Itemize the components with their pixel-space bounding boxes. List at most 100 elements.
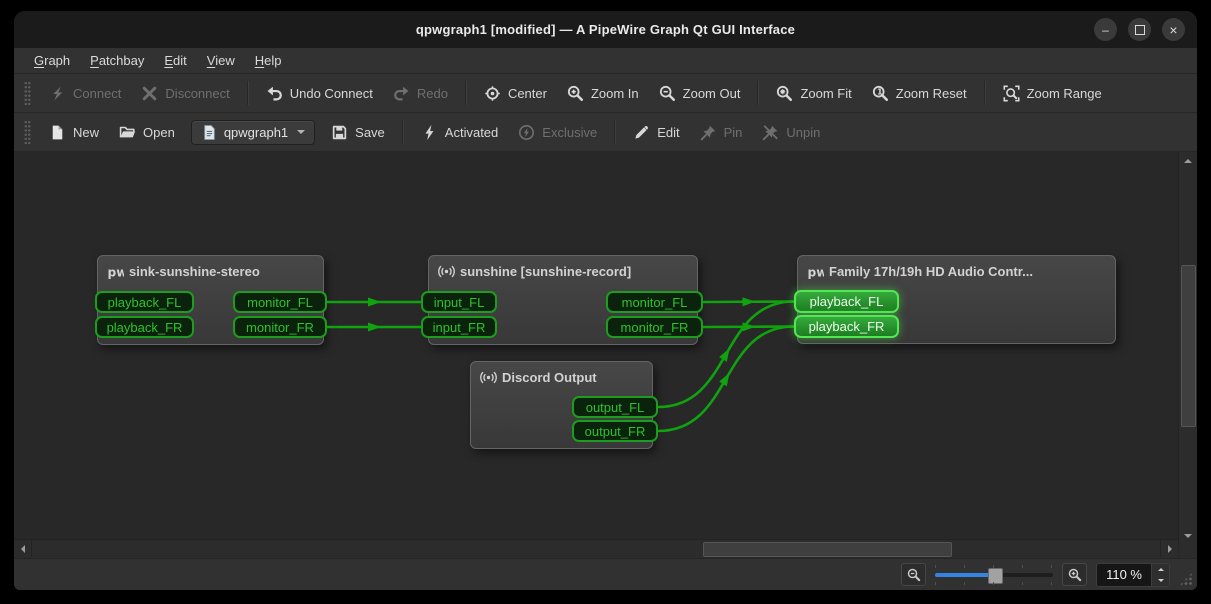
toolbar-graph: ConnectDisconnectUndo ConnectRedoCenterZ…	[14, 74, 1197, 113]
zoom-out-button[interactable]	[901, 563, 926, 586]
port-sunshine-monitor-fr[interactable]: monitor_FR	[606, 316, 703, 338]
vertical-scrollbar-thumb[interactable]	[1181, 265, 1196, 427]
port-sink-playback-fl[interactable]: playback_FL	[95, 291, 194, 313]
graph-canvas[interactable]: pw sink-sunshine-stereo sunshine [sunshine…	[14, 152, 1197, 558]
zoom-range-icon	[1003, 85, 1020, 102]
port-family-playback-fl[interactable]: playback_FL	[794, 290, 899, 313]
spin-up-icon	[1158, 565, 1164, 571]
port-label: monitor_FL	[622, 295, 688, 310]
connection-arrow-icon	[368, 298, 381, 307]
menu-patchbay[interactable]: Patchbay	[82, 51, 152, 70]
toolbar-button-label: New	[73, 125, 99, 140]
titlebar[interactable]: qpwgraph1 [modified] — A PipeWire Graph …	[14, 11, 1197, 48]
horizontal-scrollbar[interactable]	[14, 539, 1178, 558]
horizontal-scrollbar-thumb[interactable]	[703, 542, 952, 557]
menu-edit[interactable]: Edit	[156, 51, 194, 70]
minimize-button[interactable]: –	[1094, 18, 1117, 41]
pipewire-icon: pw	[107, 263, 124, 280]
toolbar-button-zoom-fit[interactable]: Zoom Fit	[766, 79, 861, 108]
window-controls: – ×	[1094, 18, 1185, 41]
zoom-slider[interactable]	[935, 564, 1053, 586]
toolbar-button-center[interactable]: Center	[474, 79, 557, 108]
scroll-up-button[interactable]	[1179, 152, 1196, 169]
toolbar-drag-handle[interactable]	[24, 81, 31, 105]
toolbar-button-label: Zoom In	[591, 86, 639, 101]
port-sunshine-input-fr[interactable]: input_FR	[421, 316, 497, 338]
toolbar-button-label: Center	[508, 86, 547, 101]
toolbar-button-label: Pin	[724, 125, 743, 140]
menu-graph[interactable]: Graph	[26, 51, 78, 70]
toolbar-button-label: Save	[355, 125, 385, 140]
port-discord-output-fl[interactable]: output_FL	[572, 396, 658, 418]
toolbar-drag-handle[interactable]	[24, 120, 31, 144]
toolbar-button-label: Connect	[73, 86, 121, 101]
toolbar-button-label: Zoom Range	[1027, 86, 1102, 101]
toolbar-separator	[247, 81, 249, 105]
redo-icon	[393, 85, 410, 102]
port-family-playback-fr[interactable]: playback_FR	[794, 315, 899, 338]
scroll-left-button[interactable]	[14, 540, 32, 557]
zoom-in-button[interactable]	[1062, 563, 1087, 586]
arrow-right-icon	[1168, 545, 1176, 553]
toolbar-button-label: Activated	[445, 125, 498, 140]
node-title: Discord Output	[471, 362, 652, 386]
patchbay-profile-combobox[interactable]: qpwgraph1	[191, 120, 315, 145]
close-button[interactable]: ×	[1162, 18, 1185, 41]
toolbar-button-zoom-range[interactable]: Zoom Range	[993, 79, 1112, 108]
toolbar-button-activated[interactable]: Activated	[411, 118, 508, 147]
port-sunshine-monitor-fl[interactable]: monitor_FL	[606, 291, 703, 313]
menu-view[interactable]: View	[199, 51, 243, 70]
toolbar-button-edit[interactable]: Edit	[623, 118, 689, 147]
menu-help[interactable]: Help	[247, 51, 290, 70]
svg-text:pw: pw	[808, 265, 824, 279]
chevron-down-icon	[297, 130, 305, 138]
toolbar-button-zoom-out[interactable]: Zoom Out	[649, 79, 751, 108]
window-title: qpwgraph1 [modified] — A PipeWire Graph …	[416, 22, 795, 37]
toolbar-button-open[interactable]: Open	[109, 118, 185, 147]
save-icon	[331, 124, 348, 141]
port-label: monitor_FR	[621, 320, 689, 335]
toolbar-button-label: Open	[143, 125, 175, 140]
statusbar: 110 %	[14, 558, 1197, 590]
maximize-button[interactable]	[1128, 18, 1151, 41]
node-title: pwFamily 17h/19h HD Audio Contr...	[798, 256, 1115, 280]
resize-grip-icon[interactable]	[1179, 572, 1193, 586]
toolbar-button-zoom-in[interactable]: Zoom In	[557, 79, 649, 108]
toolbar-button-new[interactable]: New	[39, 118, 109, 147]
toolbar-button-label: Disconnect	[165, 86, 229, 101]
toolbar-button-save[interactable]: Save	[321, 118, 395, 147]
port-discord-output-fr[interactable]: output_FR	[572, 420, 658, 442]
vertical-scrollbar[interactable]	[1178, 152, 1197, 544]
toolbar-patchbay: NewOpenqpwgraph1SaveActivatedExclusiveEd…	[14, 113, 1197, 152]
toolbar-button-pin: Pin	[690, 118, 753, 147]
node-title-text: sink-sunshine-stereo	[129, 264, 260, 279]
spin-down-icon	[1158, 579, 1164, 585]
pencil-icon	[633, 124, 650, 141]
port-sink-monitor-fl[interactable]: monitor_FL	[233, 291, 327, 313]
toolbar-button-label: Unpin	[786, 125, 820, 140]
zoom-out-icon	[659, 85, 676, 102]
pipewire-icon: pw	[807, 263, 824, 280]
toolbar-button-zoom-reset[interactable]: 1Zoom Reset	[862, 79, 977, 108]
port-sink-monitor-fr[interactable]: monitor_FR	[233, 316, 327, 338]
broadcast-icon	[438, 263, 455, 280]
connect-icon	[49, 85, 66, 102]
connection-arrow-icon	[368, 323, 381, 332]
zoom-fit-icon	[776, 85, 793, 102]
scroll-right-button[interactable]	[1160, 540, 1178, 557]
spin-down-button[interactable]	[1152, 575, 1169, 586]
spin-up-button[interactable]	[1152, 564, 1169, 575]
toolbar-button-connect: Connect	[39, 79, 131, 108]
svg-text:1: 1	[877, 87, 883, 96]
maximize-icon	[1135, 25, 1145, 35]
graph-scene: pw sink-sunshine-stereo sunshine [sunshine…	[14, 152, 1178, 544]
toolbar-button-undo-connect[interactable]: Undo Connect	[256, 79, 383, 108]
node-title-text: sunshine [sunshine-record]	[460, 264, 631, 279]
port-sunshine-input-fl[interactable]: input_FL	[421, 291, 497, 313]
zoom-spinbox[interactable]: 110 %	[1096, 563, 1170, 587]
file-doc-icon	[201, 124, 218, 141]
toolbar-separator	[402, 120, 404, 144]
port-sink-playback-fr[interactable]: playback_FR	[95, 316, 194, 338]
pin-icon	[700, 124, 717, 141]
zoom-in-icon	[567, 85, 584, 102]
